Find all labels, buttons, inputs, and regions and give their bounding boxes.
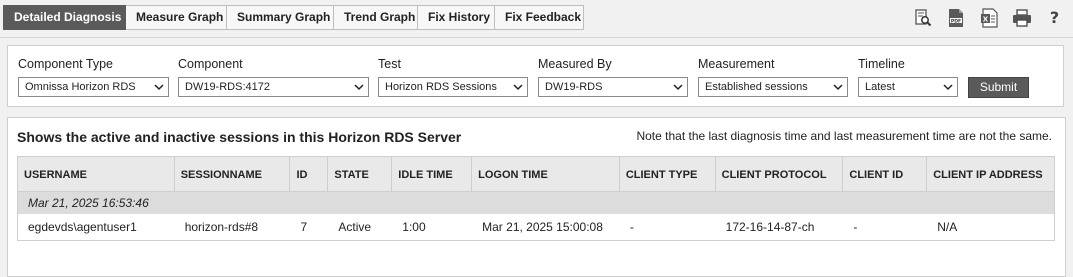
column-header-state[interactable]: STATE — [328, 157, 393, 191]
column-header-logon-time[interactable]: LOGON TIME — [472, 157, 620, 191]
column-header-id[interactable]: ID — [290, 157, 329, 191]
cell-client-id: - — [853, 220, 858, 234]
component-group: Component DW19-RDS:4172 — [178, 56, 369, 97]
measurement-value: Established sessions — [705, 81, 808, 93]
measurement-select[interactable]: Established sessions — [698, 77, 848, 97]
chevron-down-icon — [513, 84, 523, 91]
results-note: Note that the last diagnosis time and la… — [636, 129, 1052, 143]
measurement-group: Measurement Established sessions — [698, 56, 848, 97]
component-type-value: Omnissa Horizon RDS — [25, 81, 136, 93]
tab-detailed-diagnosis[interactable]: Detailed Diagnosis — [3, 5, 126, 30]
help-label: ? — [1049, 8, 1060, 27]
tab-measure-graph[interactable]: Measure Graph — [126, 5, 227, 30]
results-title: Shows the active and inactive sessions i… — [17, 129, 462, 145]
table-row: egdevds\agentuser1 horizon-rds#8 7 Activ… — [17, 214, 1055, 241]
timeline-label: Timeline — [858, 57, 905, 71]
chevron-down-icon — [833, 84, 843, 91]
chevron-down-icon — [354, 84, 364, 91]
component-type-group: Component Type Omnissa Horizon RDS — [18, 56, 169, 97]
column-header-client-id[interactable]: CLIENT ID — [843, 157, 928, 191]
cell-idle-time: 1:00 — [402, 220, 426, 234]
top-bar: Detailed Diagnosis Measure Graph Summary… — [0, 0, 1073, 38]
cell-sessionname: horizon-rds#8 — [184, 220, 259, 234]
print-icon[interactable] — [1011, 7, 1032, 28]
cell-client-type: - — [629, 220, 634, 234]
measured-by-group: Measured By DW19-RDS — [538, 56, 688, 97]
cell-client-protocol: 172-16-14-87-ch — [725, 220, 815, 234]
test-select[interactable]: Horizon RDS Sessions — [378, 77, 528, 97]
test-value: Horizon RDS Sessions — [385, 81, 497, 93]
tab-fix-feedback[interactable]: Fix Feedback — [495, 5, 584, 30]
sessions-table: USERNAME SESSIONNAME ID STATE IDLE TIME … — [17, 156, 1055, 241]
chevron-down-icon — [154, 84, 164, 91]
timeline-group: Timeline Latest — [858, 56, 958, 97]
column-header-client-ip-address[interactable]: CLIENT IP ADDRESS — [927, 157, 1054, 191]
view-tabs: Detailed Diagnosis Measure Graph Summary… — [3, 5, 584, 30]
tab-summary-graph[interactable]: Summary Graph — [227, 5, 334, 30]
component-value: DW19-RDS:4172 — [185, 81, 270, 93]
test-label: Test — [378, 57, 401, 71]
excel-icon[interactable]: X — [978, 7, 999, 28]
table-header: USERNAME SESSIONNAME ID STATE IDLE TIME … — [17, 156, 1055, 192]
component-label: Component — [178, 57, 243, 71]
measured-by-value: DW19-RDS — [545, 81, 603, 93]
toolbar: PDF X ? — [912, 7, 1065, 28]
column-header-client-type[interactable]: CLIENT TYPE — [620, 157, 716, 191]
help-icon[interactable]: ? — [1044, 7, 1065, 28]
component-select[interactable]: DW19-RDS:4172 — [178, 77, 369, 97]
tab-fix-history[interactable]: Fix History — [418, 5, 495, 30]
column-header-username[interactable]: USERNAME — [18, 157, 175, 191]
submit-button[interactable]: Submit — [968, 77, 1029, 98]
svg-text:PDF: PDF — [950, 18, 960, 24]
filter-panel: Component Type Omnissa Horizon RDS Compo… — [7, 45, 1064, 107]
measured-by-label: Measured By — [538, 57, 612, 71]
measured-by-select[interactable]: DW19-RDS — [538, 77, 688, 97]
svg-text:X: X — [982, 15, 988, 23]
pdf-icon[interactable]: PDF — [945, 7, 966, 28]
cell-client-ip-address: N/A — [937, 220, 958, 234]
timeline-select[interactable]: Latest — [858, 77, 958, 97]
cell-id: 7 — [300, 220, 308, 234]
component-type-label: Component Type — [18, 57, 113, 71]
timeline-value: Latest — [865, 81, 895, 93]
component-type-select[interactable]: Omnissa Horizon RDS — [18, 77, 169, 97]
chevron-down-icon — [943, 84, 953, 91]
column-header-client-protocol[interactable]: CLIENT PROTOCOL — [716, 157, 844, 191]
column-header-sessionname[interactable]: SESSIONNAME — [175, 157, 291, 191]
test-group: Test Horizon RDS Sessions — [378, 56, 528, 97]
tab-trend-graph[interactable]: Trend Graph — [334, 5, 418, 30]
timestamp-group-row: Mar 21, 2025 16:53:46 — [17, 192, 1055, 214]
results-panel: Shows the active and inactive sessions i… — [7, 117, 1066, 277]
cell-username: egdevds\agentuser1 — [28, 220, 137, 234]
search-report-icon[interactable] — [912, 7, 933, 28]
column-header-idle-time[interactable]: IDLE TIME — [392, 157, 473, 191]
measurement-label: Measurement — [698, 57, 775, 71]
chevron-down-icon — [673, 84, 683, 91]
cell-state: Active — [338, 220, 372, 234]
cell-logon-time: Mar 21, 2025 15:00:08 — [482, 220, 603, 234]
